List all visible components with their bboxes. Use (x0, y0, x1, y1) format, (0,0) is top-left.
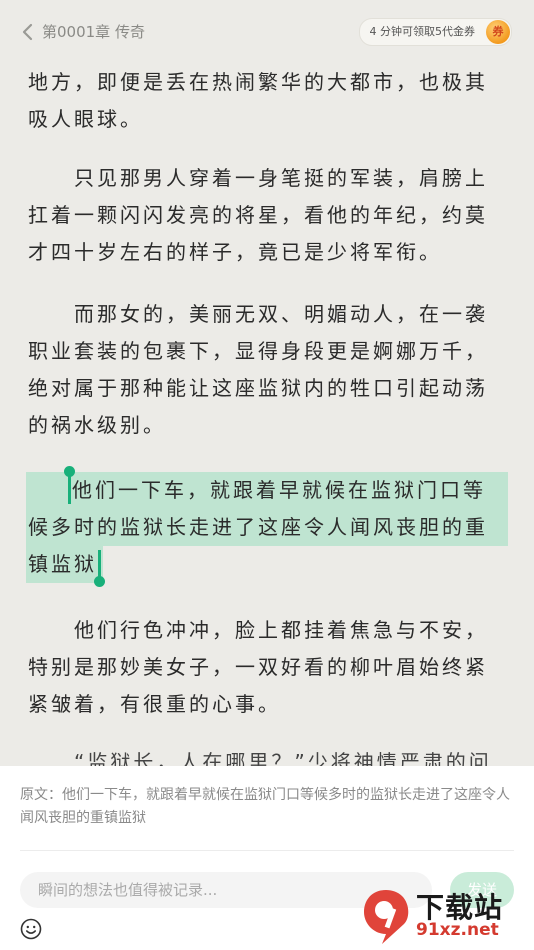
highlight-line-1: 他们一下车，就跟着早就候在监狱门口等 (26, 472, 508, 509)
back-arrow-icon[interactable] (18, 22, 38, 42)
reader-content[interactable]: 地方，即便是丢在热闹繁华的大都市，也极其吸人眼球。 只见那男人穿着一身笔挺的军装… (0, 62, 534, 767)
original-quote: 原文：他们一下车，就跟着早就候在监狱门口等候多时的监狱长走进了这座令人闻风丧胆的… (20, 787, 510, 826)
highlighted-selection[interactable]: 他们一下车，就跟着早就候在监狱门口等 候多时的监狱长走进了这座令人闻风丧胆的重 … (26, 466, 508, 587)
paragraph-4: 他们行色冲冲，脸上都挂着焦急与不安，特别是那妙美女子，一双好看的柳叶眉始终紧紧皱… (28, 618, 488, 716)
emoji-icon[interactable] (20, 918, 42, 940)
paragraph-2: 而那女的，美丽无双、明媚动人，在一袭职业套装的包裹下，显得身段更是婀娜万千，绝对… (28, 302, 488, 437)
site-watermark: 下载站 91xz.net (358, 884, 528, 946)
coupon-icon: 券 (486, 20, 510, 44)
paragraph-5-partial: “监狱长，人在哪里？”少将神情严肃的问 (74, 750, 492, 767)
highlight-line-2: 候多时的监狱长走进了这座令人闻风丧胆的重 (26, 509, 508, 546)
paragraph-1: 只见那男人穿着一身笔挺的军装，肩膀上扛着一颗闪闪发亮的将星，看他的年纪，约莫才四… (28, 166, 488, 264)
reader-top-bar: 第0001章 传奇 4 分钟可领取5代金券 券 (0, 0, 534, 62)
coupon-reward-button[interactable]: 4 分钟可领取5代金券 券 (358, 18, 512, 46)
coupon-label: 4 分钟可领取5代金券 (369, 25, 476, 38)
paragraph-0: 地方，即便是丢在热闹繁华的大都市，也极其吸人眼球。 (28, 70, 488, 131)
watermark-url: 91xz.net (416, 920, 499, 940)
highlight-line-3: 镇监狱 (26, 546, 103, 583)
watermark-logo-icon (364, 890, 409, 944)
chapter-title: 第0001章 传奇 (42, 23, 145, 41)
panel-divider (20, 850, 514, 851)
